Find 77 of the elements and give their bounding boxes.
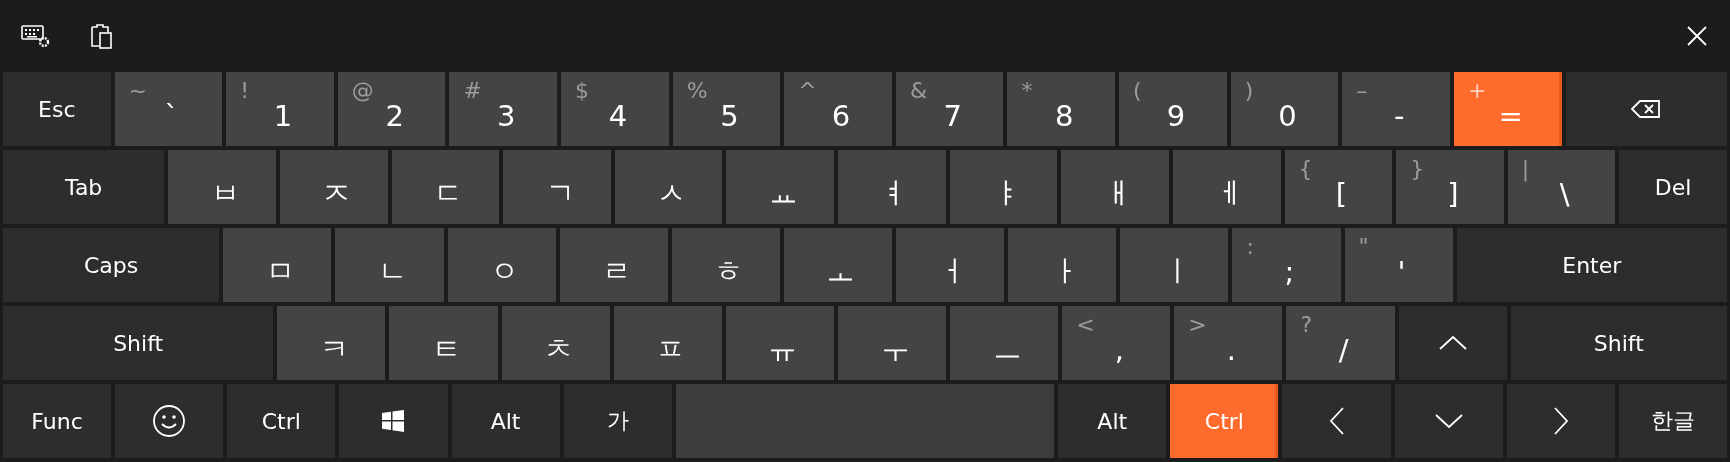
- key[interactable]: ㅍ: [613, 306, 722, 380]
- modifier-key[interactable]: 한글: [1618, 384, 1727, 458]
- key[interactable]: ㅁ: [223, 228, 332, 302]
- chevron-right-icon: [1552, 406, 1569, 436]
- chevron-up-icon: [1437, 335, 1468, 351]
- key[interactable]: ㅂ: [168, 150, 277, 224]
- key[interactable]: < ,: [1062, 306, 1171, 380]
- down-arrow-key[interactable]: [1394, 384, 1503, 458]
- key[interactable]: % 5: [672, 72, 781, 146]
- modifier-key[interactable]: Func: [3, 384, 112, 458]
- windows-logo-icon: [382, 410, 405, 432]
- key[interactable]: @ 2: [337, 72, 446, 146]
- clipboard-icon[interactable]: [89, 22, 115, 50]
- key[interactable]: > .: [1174, 306, 1283, 380]
- key[interactable]: ( 9: [1119, 72, 1227, 146]
- keyboard-settings-icon[interactable]: [21, 23, 51, 49]
- modifier-key[interactable]: Caps: [3, 228, 220, 302]
- key[interactable]: ? /: [1286, 306, 1395, 380]
- modifier-key[interactable]: Esc: [3, 72, 111, 146]
- key[interactable]: ~ `: [114, 72, 223, 146]
- key[interactable]: ㅜ: [837, 306, 947, 380]
- key[interactable]: # 3: [449, 72, 558, 146]
- key[interactable]: ㅏ: [1008, 228, 1117, 302]
- modifier-key[interactable]: 가: [563, 384, 672, 458]
- key[interactable]: { [: [1284, 150, 1393, 224]
- modifier-key[interactable]: Enter: [1456, 228, 1727, 302]
- key[interactable]: | \: [1507, 150, 1616, 224]
- key[interactable]: ) 0: [1230, 72, 1339, 146]
- key[interactable]: ㅕ: [838, 150, 946, 224]
- up-arrow-key[interactable]: [1398, 306, 1507, 380]
- modifier-key[interactable]: Ctrl: [227, 384, 336, 458]
- key[interactable]: ㅛ: [726, 150, 835, 224]
- key[interactable]: & 7: [895, 72, 1004, 146]
- key[interactable]: ㄴ: [335, 228, 444, 302]
- key[interactable]: ㅗ: [783, 228, 892, 302]
- key[interactable]: ㅣ: [1120, 228, 1229, 302]
- key[interactable]: $ 4: [561, 72, 669, 146]
- key[interactable]: ㄷ: [391, 150, 500, 224]
- key[interactable]: ^ 6: [784, 72, 892, 146]
- key[interactable]: ㅑ: [949, 150, 1058, 224]
- key[interactable]: ㄱ: [503, 150, 611, 224]
- chevron-down-icon: [1433, 413, 1464, 429]
- key[interactable]: " ': [1344, 228, 1453, 302]
- key[interactable]: – -: [1342, 72, 1450, 146]
- key[interactable]: * 8: [1007, 72, 1116, 146]
- windows-key[interactable]: [339, 384, 448, 458]
- key[interactable]: : ;: [1232, 228, 1341, 302]
- key[interactable]: ㅠ: [725, 306, 834, 380]
- key[interactable]: ㄹ: [559, 228, 668, 302]
- modifier-key[interactable]: Alt: [451, 384, 560, 458]
- modifier-key[interactable]: Shift: [1510, 306, 1727, 380]
- key[interactable]: ! 1: [226, 72, 334, 146]
- modifier-key[interactable]: Shift: [3, 306, 274, 380]
- backspace-icon: [1631, 99, 1662, 119]
- key[interactable]: ㅓ: [896, 228, 1005, 302]
- key[interactable]: ㅎ: [671, 228, 780, 302]
- key[interactable]: } ]: [1396, 150, 1504, 224]
- close-icon[interactable]: [1686, 25, 1708, 47]
- left-arrow-key[interactable]: [1282, 384, 1391, 458]
- key[interactable]: ㅌ: [389, 306, 498, 380]
- key[interactable]: ㅡ: [950, 306, 1059, 380]
- emoji-key[interactable]: [115, 384, 224, 458]
- key[interactable]: ㅊ: [501, 306, 610, 380]
- key[interactable]: ㅋ: [277, 306, 386, 380]
- right-arrow-key[interactable]: [1506, 384, 1615, 458]
- key[interactable]: ㅅ: [614, 150, 723, 224]
- smiley-icon: [152, 404, 187, 438]
- key[interactable]: ㅐ: [1061, 150, 1169, 224]
- modifier-key[interactable]: Tab: [3, 150, 165, 224]
- key[interactable]: ㅈ: [280, 150, 388, 224]
- key[interactable]: ㅔ: [1172, 150, 1281, 224]
- modifier-key[interactable]: Del: [1619, 150, 1727, 224]
- chevron-left-icon: [1328, 406, 1345, 436]
- backspace-key[interactable]: [1565, 72, 1727, 146]
- modifier-key[interactable]: Alt: [1058, 384, 1167, 458]
- space-key[interactable]: [675, 384, 1055, 458]
- key[interactable]: ㅇ: [447, 228, 556, 302]
